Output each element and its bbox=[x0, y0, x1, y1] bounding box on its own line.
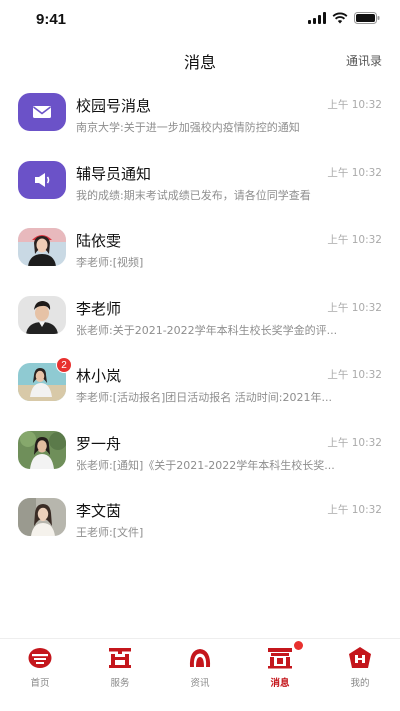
message-time: 上午 10:32 bbox=[327, 234, 382, 246]
message-preview: 李老师:[活动报名]团日活动报名 活动时间:2021年... bbox=[76, 391, 332, 404]
message-time: 上午 10:32 bbox=[327, 369, 382, 381]
signal-icon bbox=[308, 12, 326, 24]
contact-name: 李老师 bbox=[76, 299, 122, 318]
list-item[interactable]: 罗一舟 上午 10:32 张老师:[通知]《关于2021-2022学年本科生校长… bbox=[0, 419, 400, 487]
contact-name: 李文茵 bbox=[76, 502, 122, 520]
message-time: 上午 10:32 bbox=[327, 301, 382, 314]
contact-name: 辅导员通知 bbox=[76, 164, 152, 183]
tab-messages[interactable]: 消息 bbox=[240, 639, 320, 711]
tab-label: 消息 bbox=[270, 678, 290, 689]
message-preview: 南京大学:关于进一步加强校内疫情防控的通知 bbox=[76, 121, 300, 134]
message-preview: 王老师:[文件] bbox=[76, 526, 144, 539]
user-photo bbox=[18, 430, 66, 469]
avatar bbox=[18, 93, 66, 131]
bottom-tab-bar: 首页 服务 资讯 消息 我的 bbox=[0, 638, 400, 711]
message-preview: 李老师:[视频] bbox=[76, 256, 144, 269]
home-icon bbox=[27, 645, 53, 671]
avatar bbox=[18, 160, 66, 199]
tab-news[interactable]: 资讯 bbox=[160, 639, 240, 711]
list-item[interactable]: 李老师 上午 10:32 张老师:关于2021-2022学年本科生校长奖学金的评… bbox=[0, 284, 400, 352]
message-time: 上午 10:32 bbox=[327, 166, 382, 179]
mail-icon bbox=[33, 106, 51, 118]
list-item[interactable]: 2 林小岚 上午 10:32 李老师:[活动报名]团日活动报名 活动时间:202… bbox=[0, 351, 400, 419]
list-item[interactable]: 陆依雯 上午 10:32 李老师:[视频] bbox=[0, 216, 400, 284]
user-photo bbox=[18, 295, 66, 334]
page-title: 消息 bbox=[183, 53, 216, 72]
avatar bbox=[18, 295, 66, 334]
message-preview: 张老师:[通知]《关于2021-2022学年本科生校长奖... bbox=[76, 458, 335, 472]
status-bar: 9:41 bbox=[0, 0, 400, 40]
message-time: 上午 10:32 bbox=[327, 99, 382, 111]
tab-profile[interactable]: 我的 bbox=[320, 639, 400, 711]
avatar bbox=[18, 430, 66, 469]
message-preview: 张老师:关于2021-2022学年本科生校长奖学金的评... bbox=[76, 323, 338, 337]
tab-label: 资讯 bbox=[190, 678, 210, 689]
contact-name: 陆依雯 bbox=[76, 232, 122, 250]
list-item[interactable]: 李文茵 上午 10:32 王老师:[文件] bbox=[0, 486, 400, 554]
avatar bbox=[18, 498, 66, 536]
message-preview: 我的成绩:期末考试成绩已发布，请各位同学查看 bbox=[76, 188, 311, 202]
message-time: 上午 10:32 bbox=[327, 436, 382, 449]
contact-name: 林小岚 bbox=[76, 367, 122, 385]
avatar: 2 bbox=[18, 357, 72, 401]
list-item[interactable]: 辅导员通知 上午 10:32 我的成绩:期末考试成绩已发布，请各位同学查看 bbox=[0, 149, 400, 217]
status-icons bbox=[308, 12, 380, 24]
unread-badge: 2 bbox=[56, 357, 72, 373]
user-photo bbox=[18, 498, 66, 536]
battery-icon bbox=[354, 12, 380, 24]
status-time: 9:41 bbox=[36, 11, 67, 28]
service-icon bbox=[107, 645, 133, 671]
avatar bbox=[18, 228, 66, 266]
list-item[interactable]: 校园号消息 上午 10:32 南京大学:关于进一步加强校内疫情防控的通知 bbox=[0, 81, 400, 149]
contact-name: 校园号消息 bbox=[76, 97, 152, 115]
contact-name: 罗一舟 bbox=[76, 434, 122, 453]
message-time: 上午 10:32 bbox=[327, 504, 382, 516]
user-photo bbox=[18, 228, 66, 266]
profile-icon bbox=[347, 645, 373, 671]
tab-home[interactable]: 首页 bbox=[0, 639, 80, 711]
header: 消息 通讯录 bbox=[0, 40, 400, 80]
tab-label: 首页 bbox=[30, 678, 50, 689]
tab-label: 服务 bbox=[110, 678, 130, 689]
notification-dot bbox=[294, 641, 303, 650]
news-icon bbox=[187, 645, 213, 671]
megaphone-icon bbox=[35, 172, 50, 187]
wifi-icon bbox=[332, 12, 348, 24]
tab-label: 我的 bbox=[350, 678, 370, 689]
message-list: 校园号消息 上午 10:32 南京大学:关于进一步加强校内疫情防控的通知 辅导员… bbox=[0, 81, 400, 554]
tab-service[interactable]: 服务 bbox=[80, 639, 160, 711]
message-icon bbox=[267, 645, 293, 671]
contacts-link[interactable]: 通讯录 bbox=[346, 52, 382, 69]
